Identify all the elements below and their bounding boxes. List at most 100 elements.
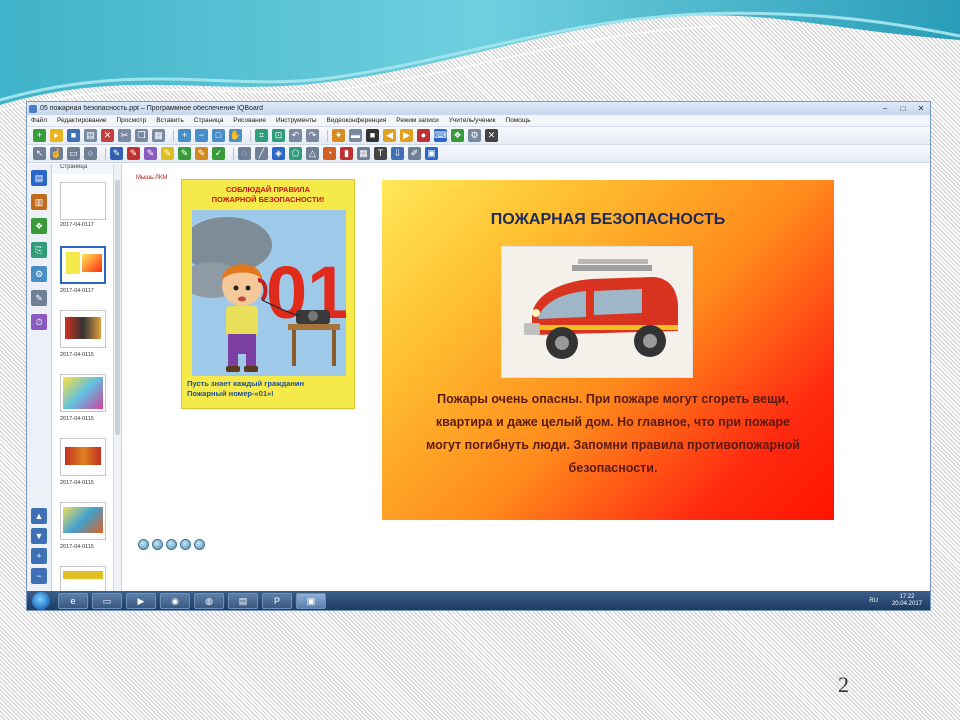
hand-tool-icon[interactable]: ✋ xyxy=(229,129,242,142)
delete-page-icon[interactable]: − xyxy=(31,568,47,584)
page-thumbnail-5[interactable] xyxy=(60,438,106,476)
zoom-in-icon[interactable]: + xyxy=(178,129,191,142)
taskbar-iqboard-icon[interactable]: ▣ xyxy=(296,592,326,609)
text-icon[interactable]: T xyxy=(374,147,387,160)
select-arrow-icon[interactable]: ↖ xyxy=(33,147,46,160)
next-page-button[interactable] xyxy=(180,539,191,550)
triangle-icon[interactable]: △ xyxy=(306,147,319,160)
menu-file[interactable]: Файл xyxy=(31,117,47,124)
menu-insert[interactable]: Вставить xyxy=(156,117,184,124)
menu-draw[interactable]: Рисование xyxy=(233,117,266,124)
print-icon[interactable]: ▤ xyxy=(84,129,97,142)
new-page-icon[interactable]: + xyxy=(33,129,46,142)
record-icon[interactable]: ● xyxy=(417,129,430,142)
previous-page-icon[interactable]: ◀ xyxy=(383,129,396,142)
pointer-hand-icon[interactable]: ☝ xyxy=(50,147,63,160)
screen-capture-icon[interactable]: ⌗ xyxy=(255,129,268,142)
menu-record[interactable]: Режим записи xyxy=(396,117,438,124)
fit-page-icon[interactable]: □ xyxy=(212,129,225,142)
texture-pen-icon[interactable]: ✎ xyxy=(195,147,208,160)
page-thumbnail-4[interactable] xyxy=(60,374,106,412)
chart-icon[interactable]: ▮ xyxy=(340,147,353,160)
taskbar-ie-icon[interactable]: e xyxy=(58,592,88,609)
minimize-button[interactable]: – xyxy=(876,103,894,115)
area-capture-icon[interactable]: ⊡ xyxy=(272,129,285,142)
maximize-button[interactable]: □ xyxy=(894,103,912,115)
eraser-icon[interactable]: ▭ xyxy=(67,147,80,160)
taskbar-firefox-icon[interactable]: ◍ xyxy=(194,592,224,609)
menu-tools[interactable]: Инструменты xyxy=(276,117,317,124)
gallery-tab-icon[interactable]: ❖ xyxy=(31,218,47,234)
pages-tab-icon[interactable]: ▤ xyxy=(31,170,47,186)
paste-icon[interactable]: ▦ xyxy=(152,129,165,142)
brush-pen-icon[interactable]: ✎ xyxy=(127,147,140,160)
attachments-tab-icon[interactable]: ⎘ xyxy=(31,242,47,258)
copy-icon[interactable]: ❐ xyxy=(135,129,148,142)
language-indicator[interactable]: RU xyxy=(869,598,878,604)
menu-edit[interactable]: Редактирование xyxy=(57,117,107,124)
menu-videoconf[interactable]: Видеоконференция xyxy=(327,117,387,124)
gallery-icon[interactable]: ❖ xyxy=(451,129,464,142)
move-up-icon[interactable]: ▲ xyxy=(31,508,47,524)
menu-page[interactable]: Страница xyxy=(194,117,223,124)
calligraphy-pen-icon[interactable]: ✎ xyxy=(144,147,157,160)
page-thumbnail-3[interactable] xyxy=(60,310,106,348)
page-thumbnail-1[interactable] xyxy=(60,182,106,220)
prev-page-button[interactable] xyxy=(152,539,163,550)
library-tab-icon[interactable]: ▥ xyxy=(31,194,47,210)
first-page-button[interactable] xyxy=(138,539,149,550)
thumbnails-scrollbar[interactable] xyxy=(113,164,121,591)
protractor-icon[interactable]: ◔ xyxy=(323,147,336,160)
whiteboard-canvas[interactable]: Мышь:ЛКМ СОБЛЮДАЙ ПРАВИЛА ПОЖАРНОЙ БЕЗОП… xyxy=(122,164,930,591)
shape-icon[interactable]: ⬠ xyxy=(289,147,302,160)
exit-icon[interactable]: ✕ xyxy=(485,129,498,142)
open-folder-icon[interactable]: ▸ xyxy=(50,129,63,142)
clock[interactable]: 17:22 20.04.2017 xyxy=(892,594,922,608)
screen-shade-icon[interactable]: ▬ xyxy=(349,129,362,142)
move-down-icon[interactable]: ▼ xyxy=(31,528,47,544)
add-page-icon[interactable]: + xyxy=(31,548,47,564)
keyboard-icon[interactable]: ⌨ xyxy=(434,129,447,142)
undo-icon[interactable]: ↶ xyxy=(289,129,302,142)
last-page-button[interactable] xyxy=(194,539,205,550)
taskbar-explorer-icon[interactable]: ▭ xyxy=(92,592,122,609)
spotlight-icon[interactable]: ✦ xyxy=(332,129,345,142)
properties-tab-icon[interactable]: ⚙ xyxy=(31,266,47,282)
edit-image-icon[interactable]: ✐ xyxy=(408,147,421,160)
black-screen-icon[interactable]: ■ xyxy=(366,129,379,142)
page-thumbnail-7[interactable] xyxy=(60,566,106,591)
highlighter-icon[interactable]: ✎ xyxy=(161,147,174,160)
taskbar-chrome-icon[interactable]: ◉ xyxy=(160,592,190,609)
pen-icon[interactable]: ✎ xyxy=(110,147,123,160)
zoom-out-icon[interactable]: − xyxy=(195,129,208,142)
next-page-icon[interactable]: ▶ xyxy=(400,129,413,142)
taskbar-powerpoint-icon[interactable]: P xyxy=(262,592,292,609)
magic-pen-icon[interactable]: ✎ xyxy=(178,147,191,160)
smart-pen-icon[interactable]: ✓ xyxy=(212,147,225,160)
save-icon[interactable]: ■ xyxy=(67,129,80,142)
delete-icon[interactable]: ✕ xyxy=(101,129,114,142)
toolbox-icon[interactable]: ▣ xyxy=(425,147,438,160)
redo-icon[interactable]: ↷ xyxy=(306,129,319,142)
download-icon[interactable]: ⇩ xyxy=(391,147,404,160)
lasso-icon[interactable]: ○ xyxy=(84,147,97,160)
cut-icon[interactable]: ✂ xyxy=(118,129,131,142)
timer-tab-icon[interactable]: ⏱ xyxy=(31,314,47,330)
page-thumbnail-6[interactable] xyxy=(60,502,106,540)
notes-tab-icon[interactable]: ✎ xyxy=(31,290,47,306)
line-icon[interactable]: ╱ xyxy=(255,147,268,160)
play-button[interactable] xyxy=(166,539,177,550)
start-button[interactable] xyxy=(32,591,50,610)
taskbar-media-player-icon[interactable]: ▶ xyxy=(126,592,156,609)
shape-eraser-icon[interactable]: ◌ xyxy=(238,147,251,160)
menu-view[interactable]: Просмотр xyxy=(117,117,147,124)
fill-icon[interactable]: ◈ xyxy=(272,147,285,160)
close-button[interactable]: ✕ xyxy=(912,103,930,115)
menu-teacher[interactable]: Учитель/ученик xyxy=(449,117,496,124)
settings-icon[interactable]: ⚙ xyxy=(468,129,481,142)
taskbar-folder-icon[interactable]: ▤ xyxy=(228,592,258,609)
table-icon[interactable]: ▦ xyxy=(357,147,370,160)
slide-fire-safety: ПОЖАРНАЯ БЕЗОПАСНОСТЬ Пожары очень опасн… xyxy=(382,180,834,520)
menu-help[interactable]: Помощь xyxy=(506,117,531,124)
page-thumbnail-2[interactable] xyxy=(60,246,106,284)
